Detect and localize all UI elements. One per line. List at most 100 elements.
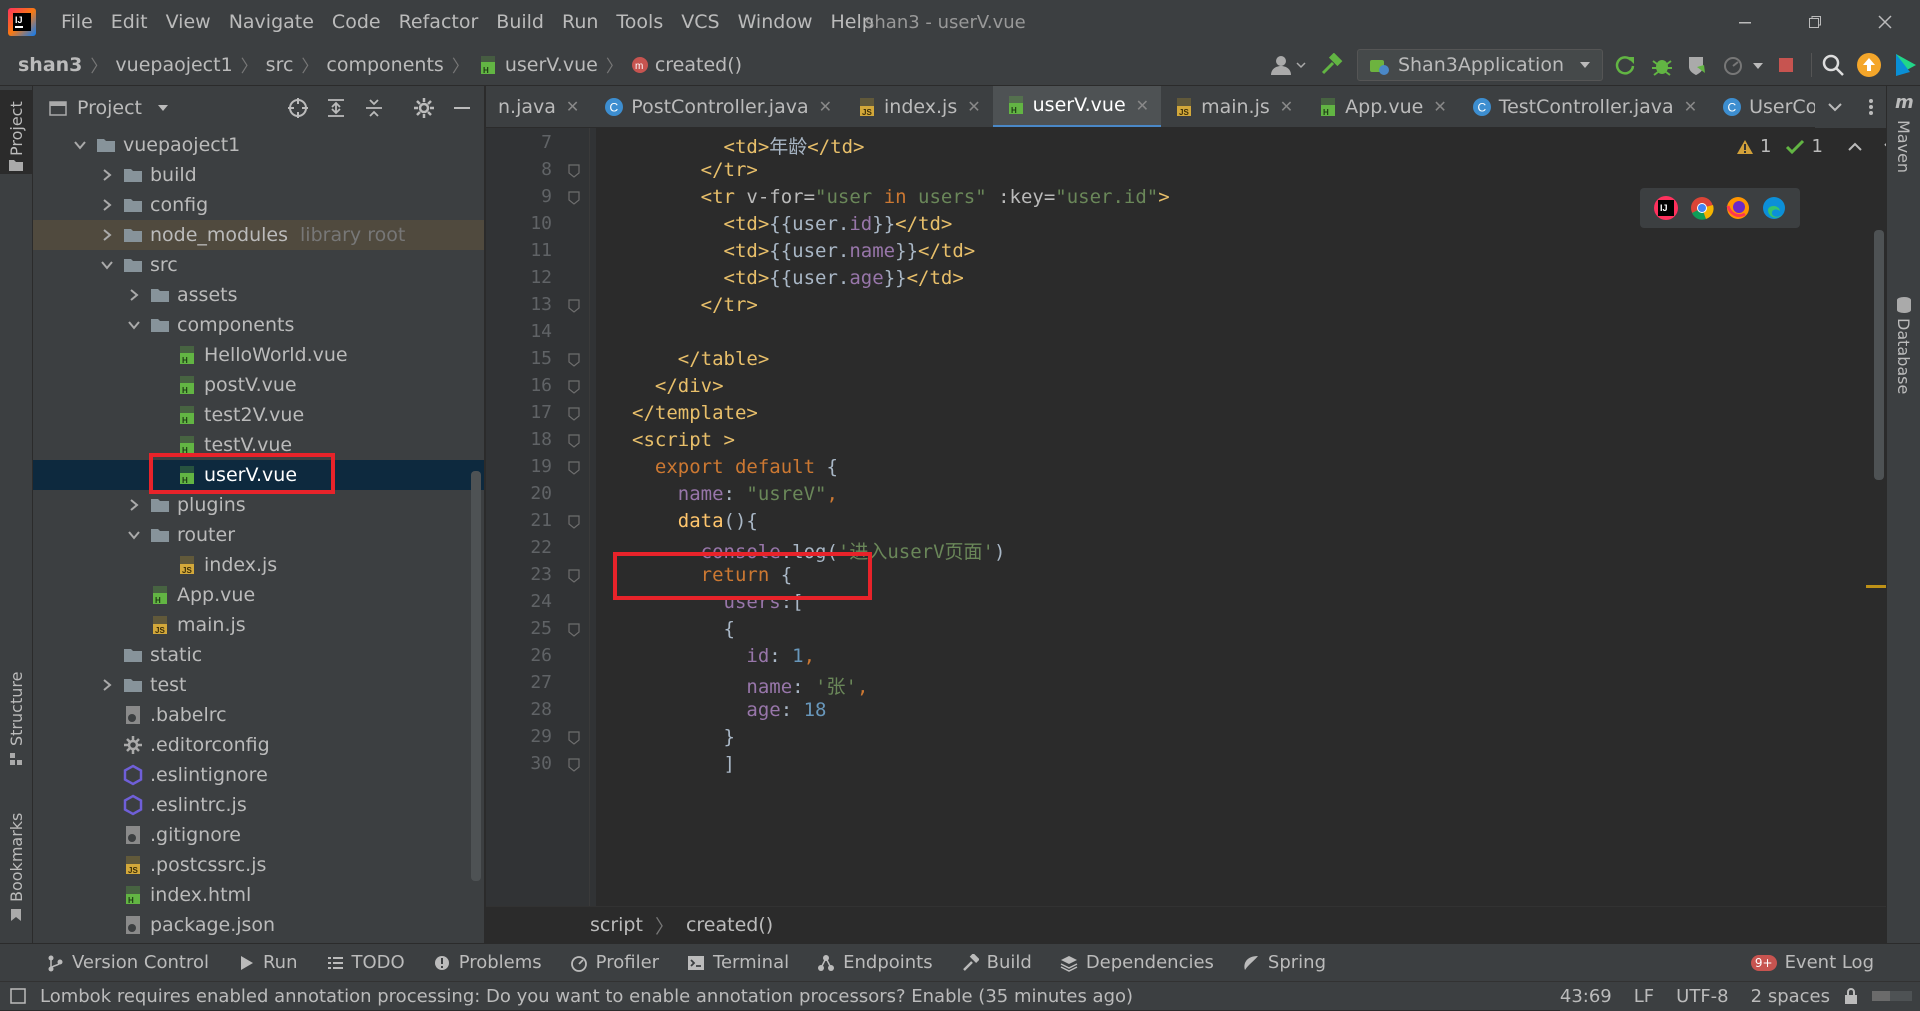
chevron-down-icon[interactable]	[156, 101, 170, 115]
profiler-icon[interactable]	[1719, 53, 1749, 77]
tree-item[interactable]: test	[33, 670, 484, 700]
tree-item[interactable]: assets	[33, 280, 484, 310]
fold-marker-icon[interactable]	[568, 164, 580, 178]
tree-item[interactable]: static	[33, 640, 484, 670]
search-everywhere-icon[interactable]	[1820, 53, 1850, 77]
tree-item[interactable]: JS main.js	[33, 610, 484, 640]
tree-item[interactable]: .gitignore	[33, 820, 484, 850]
editor-scrollbar[interactable]	[1874, 230, 1884, 480]
crumb-module[interactable]: vuepaoject1	[115, 54, 232, 76]
toolwindow-endpoints[interactable]: Endpoints	[817, 952, 933, 973]
chevron-right-icon[interactable]	[98, 226, 116, 244]
structure-stripe-button[interactable]: Structure	[0, 672, 33, 776]
toolwindow-spring[interactable]: Spring	[1242, 952, 1326, 973]
editor-tab[interactable]: H App.vue ✕	[1305, 86, 1459, 127]
settings-gear-icon[interactable]	[413, 97, 435, 119]
indent-setting[interactable]: 2 spaces	[1751, 986, 1830, 1007]
tree-item[interactable]: JS index.js	[33, 550, 484, 580]
toolwindow-problems[interactable]: Problems	[433, 952, 542, 973]
fold-marker-icon[interactable]	[568, 407, 580, 421]
debug-icon[interactable]	[1647, 53, 1677, 77]
editor-tab[interactable]: JS index.js ✕	[844, 86, 993, 127]
toolwindow-run[interactable]: Run	[237, 952, 298, 973]
crumb-method[interactable]: created()	[655, 54, 742, 76]
toolwindow-profiler[interactable]: Profiler	[570, 952, 659, 973]
toolwindow-dependencies[interactable]: Dependencies	[1060, 952, 1214, 973]
tree-item[interactable]: Htest2V.vue	[33, 400, 484, 430]
editor-tab[interactable]: HuserV.vue ✕	[992, 86, 1162, 127]
line-separator[interactable]: LF	[1634, 986, 1654, 1007]
tree-item[interactable]: router	[33, 520, 484, 550]
fold-marker-icon[interactable]	[568, 434, 580, 448]
chevron-right-icon[interactable]	[98, 166, 116, 184]
restore-button[interactable]	[1780, 0, 1850, 44]
memory-indicator-icon[interactable]	[1872, 987, 1912, 1005]
toolwindow-build[interactable]: Build	[961, 952, 1032, 973]
toggle-toolwindows-icon[interactable]	[10, 988, 26, 1004]
editor-tab[interactable]: n.java ✕	[486, 86, 591, 127]
tree-item[interactable]: package.json	[33, 910, 484, 940]
editor-tab[interactable]: JS main.js ✕	[1161, 86, 1305, 127]
chevron-right-icon[interactable]	[98, 196, 116, 214]
crumb-components[interactable]: components	[326, 54, 443, 76]
caret-position[interactable]: 43:69	[1560, 986, 1612, 1007]
menu-vcs[interactable]: VCS	[672, 11, 728, 33]
menu-refactor[interactable]: Refactor	[390, 11, 488, 33]
tree-item[interactable]: .eslintrc.js	[33, 790, 484, 820]
collapse-all-icon[interactable]	[363, 97, 385, 119]
menu-navigate[interactable]: Navigate	[220, 11, 323, 33]
menu-build[interactable]: Build	[487, 11, 553, 33]
chevron-down-icon[interactable]	[125, 316, 143, 334]
menu-edit[interactable]: Edit	[102, 11, 157, 33]
fold-marker-icon[interactable]	[568, 515, 580, 529]
close-tab-icon[interactable]: ✕	[1684, 97, 1697, 116]
firefox-icon[interactable]	[1726, 196, 1750, 220]
run-configuration-select[interactable]: Shan3Application	[1356, 49, 1603, 81]
menu-view[interactable]: View	[157, 11, 220, 33]
close-tab-icon[interactable]: ✕	[566, 97, 579, 116]
status-message[interactable]: Lombok requires enabled annotation proce…	[40, 986, 1540, 1007]
toolwindow-todo[interactable]: TODO	[326, 952, 405, 973]
crumb-src[interactable]: src	[266, 54, 294, 76]
code-with-me-icon[interactable]	[1892, 52, 1920, 78]
rerun-icon[interactable]	[1611, 53, 1641, 77]
fold-marker-icon[interactable]	[568, 758, 580, 772]
database-stripe-button[interactable]: Database	[1887, 206, 1920, 394]
chevron-down-icon[interactable]	[98, 256, 116, 274]
editor-crumb-script[interactable]: script	[590, 914, 643, 936]
lock-icon[interactable]	[1842, 987, 1860, 1005]
fold-marker-icon[interactable]	[568, 731, 580, 745]
inspection-widget[interactable]: 1 1	[1736, 136, 1899, 157]
tree-item[interactable]: JS .postcssrc.js	[33, 850, 484, 880]
tree-item[interactable]: .eslintignore	[33, 760, 484, 790]
chrome-icon[interactable]	[1690, 196, 1714, 220]
fold-marker-icon[interactable]	[568, 461, 580, 475]
menu-run[interactable]: Run	[553, 11, 607, 33]
crumb-project[interactable]: shan3	[18, 54, 82, 76]
expand-all-icon[interactable]	[325, 97, 347, 119]
close-tab-icon[interactable]: ✕	[1280, 97, 1293, 116]
more-vertical-icon[interactable]	[1868, 98, 1874, 116]
maven-stripe-button[interactable]: m Maven	[1887, 90, 1920, 200]
tree-item[interactable]: node_modules library root	[33, 220, 484, 250]
locate-file-icon[interactable]	[287, 97, 309, 119]
intellij-browser-icon[interactable]: IJ	[1654, 196, 1678, 220]
fold-marker-icon[interactable]	[568, 299, 580, 313]
chevron-down-icon[interactable]	[125, 526, 143, 544]
editor-crumb-method[interactable]: created()	[686, 914, 773, 936]
tree-item[interactable]: Hindex.html	[33, 880, 484, 910]
event-log-button[interactable]: 9+ Event Log	[1750, 952, 1874, 973]
hide-panel-icon[interactable]	[451, 97, 473, 119]
build-hammer-icon[interactable]	[1317, 53, 1349, 77]
menu-tools[interactable]: Tools	[607, 11, 672, 33]
stop-icon[interactable]	[1773, 53, 1803, 77]
chevron-right-icon[interactable]	[98, 676, 116, 694]
crumb-file[interactable]: userV.vue	[505, 54, 598, 76]
more-run-options-icon[interactable]	[1749, 53, 1767, 77]
tree-item[interactable]: config	[33, 190, 484, 220]
fold-marker-icon[interactable]	[568, 380, 580, 394]
toolwindow-version-control[interactable]: Version Control	[46, 952, 209, 973]
menu-file[interactable]: File	[52, 11, 102, 33]
editor-tab[interactable]: C TestController.java ✕	[1459, 86, 1709, 127]
editor-tab[interactable]: C PostController.java ✕	[591, 86, 844, 127]
